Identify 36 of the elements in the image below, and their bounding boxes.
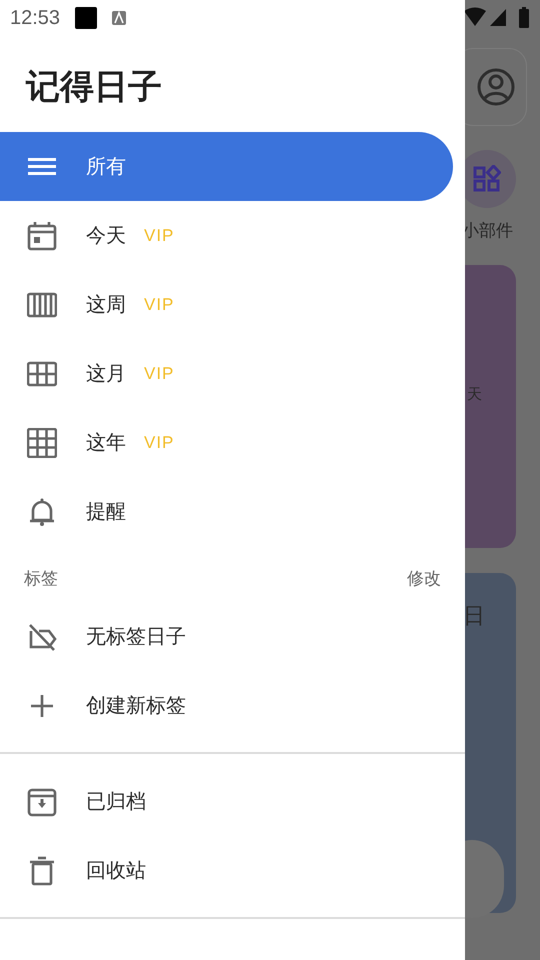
menu-label: 提醒 (86, 498, 126, 525)
grid-icon (27, 428, 57, 458)
card-text: 日 (463, 603, 485, 631)
account-icon (476, 67, 516, 107)
status-time: 12:53 (10, 6, 60, 30)
notification-icon (74, 6, 98, 30)
menu-label: 回收站 (86, 857, 146, 884)
tag-off-icon (27, 622, 57, 652)
archive-icon (27, 786, 57, 816)
battery-icon (519, 7, 529, 28)
edit-link[interactable]: 修改 (407, 566, 441, 590)
wifi-icon (464, 7, 486, 27)
vip-label: VIP (144, 226, 174, 246)
grid-icon (27, 358, 57, 388)
widgets-icon (473, 165, 501, 193)
calendar-icon (27, 220, 57, 250)
menu-label: 无标签日子 (86, 623, 186, 650)
trash-icon (27, 856, 57, 886)
menu-label: 这年 (86, 429, 126, 456)
signal-icon (490, 7, 506, 26)
notification-icon (112, 11, 126, 25)
menu-item[interactable]: 所有 (0, 132, 453, 201)
menu-label: 这周 (86, 291, 126, 318)
vip-label: VIP (144, 432, 174, 452)
card-text: 天 (467, 385, 482, 404)
menu-label: 这月 (86, 360, 126, 387)
week-columns-icon (27, 290, 57, 320)
vip-label: VIP (144, 294, 174, 314)
vip-label: VIP (144, 364, 174, 384)
bell-icon (27, 496, 57, 526)
menu-label: 已归档 (86, 788, 146, 815)
menu-label: 今天 (86, 222, 126, 249)
section-title: 标签 (24, 568, 58, 590)
menu-label: 创建新标签 (86, 692, 186, 719)
app-title: 记得日子 (26, 66, 162, 109)
menu-label: 所有 (86, 153, 126, 180)
